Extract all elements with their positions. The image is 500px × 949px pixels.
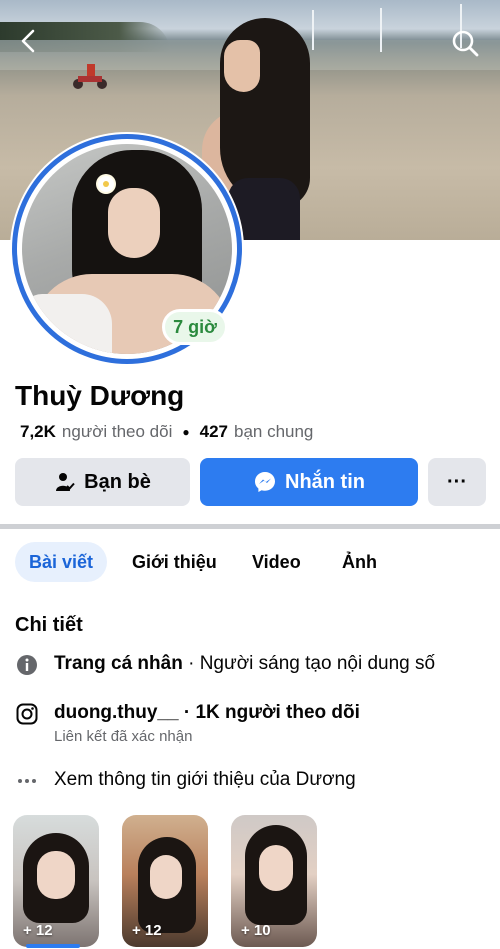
- flower-icon: [98, 176, 114, 192]
- tab-about[interactable]: Giới thiệu: [132, 542, 217, 582]
- instagram-followers: · 1K người theo dõi: [178, 702, 360, 723]
- mutual-label[interactable]: bạn chung: [234, 422, 313, 442]
- instagram-handle[interactable]: duong.thuy__: [54, 702, 179, 723]
- mutual-count[interactable]: 427: [200, 422, 228, 442]
- cover-motorbike: [73, 64, 107, 89]
- page-label: Trang cá nhân: [54, 653, 183, 674]
- tab-video[interactable]: Video: [252, 542, 301, 582]
- profile-stats: 7,2K người theo dõi ● 427 bạn chung: [20, 422, 313, 442]
- friends-label: Bạn bè: [84, 470, 151, 493]
- back-button[interactable]: [14, 26, 44, 56]
- back-icon: [21, 29, 35, 53]
- search-icon: [452, 30, 479, 57]
- story-time-badge[interactable]: 7 giờ: [162, 309, 228, 345]
- message-button[interactable]: Nhắn tin: [200, 458, 418, 506]
- tab-posts[interactable]: Bài viết: [15, 542, 107, 582]
- message-label: Nhắn tin: [285, 470, 365, 493]
- featured-count: + 12: [23, 922, 53, 939]
- separator-dot: ●: [182, 425, 190, 439]
- friend-check-icon: [56, 473, 75, 491]
- featured-count: + 10: [241, 922, 271, 939]
- featured-item[interactable]: + 12: [13, 815, 99, 947]
- tab-photos[interactable]: Ảnh: [342, 542, 377, 582]
- featured-item[interactable]: + 12: [122, 815, 208, 947]
- instagram-text: duong.thuy__ · 1K người theo dõi: [54, 702, 360, 724]
- followers-label[interactable]: người theo dõi: [62, 422, 172, 442]
- messenger-icon: [255, 472, 275, 492]
- scroll-indicator: [26, 944, 80, 948]
- cover-windmill: [380, 8, 382, 52]
- friends-button[interactable]: Bạn bè: [15, 458, 190, 506]
- featured-item[interactable]: + 10: [231, 815, 317, 947]
- page-category: · Người sáng tạo nội dung số: [182, 653, 436, 674]
- more-dots-icon: ···: [447, 470, 467, 493]
- details-title: Chi tiết: [15, 614, 83, 636]
- see-more-text: Xem thông tin giới thiệu của Dương: [54, 769, 356, 790]
- search-button[interactable]: [450, 28, 480, 58]
- section-divider: [0, 524, 500, 529]
- info-icon: [17, 655, 37, 675]
- see-more-row[interactable]: Xem thông tin giới thiệu của Dương: [15, 769, 356, 793]
- instagram-icon: [16, 703, 38, 725]
- followers-count[interactable]: 7,2K: [20, 422, 56, 442]
- featured-count: + 12: [132, 922, 162, 939]
- profile-name: Thuỳ Dương: [15, 380, 185, 411]
- more-button[interactable]: ···: [428, 458, 486, 506]
- detail-page-row: Trang cá nhân · Người sáng tạo nội dung …: [15, 653, 435, 677]
- detail-page-text: Trang cá nhân · Người sáng tạo nội dung …: [54, 653, 435, 675]
- more-dots-icon: [18, 779, 36, 783]
- detail-instagram-row[interactable]: duong.thuy__ · 1K người theo dõi Liên kế…: [15, 702, 360, 745]
- instagram-verified-text: Liên kết đã xác nhận: [54, 728, 193, 745]
